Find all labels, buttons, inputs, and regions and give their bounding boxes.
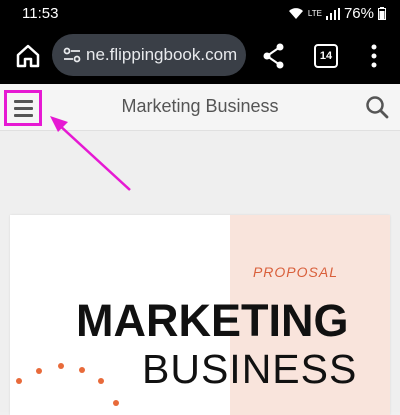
flipbook-viewer[interactable]: PROPOSAL MARKETING BUSINESS: [0, 131, 400, 415]
search-icon[interactable]: [364, 94, 390, 120]
status-time: 11:53: [22, 5, 59, 22]
url-text: ne.flippingbook.com: [86, 45, 238, 64]
address-bar[interactable]: ne.flippingbook.com: [52, 34, 246, 76]
decorative-dot: [16, 378, 22, 384]
share-icon[interactable]: [262, 42, 286, 70]
site-settings-icon[interactable]: [62, 45, 82, 65]
proposal-label: PROPOSAL: [252, 264, 338, 280]
decorative-dot: [58, 363, 64, 369]
decorative-dot: [36, 368, 42, 374]
wifi-icon: [288, 8, 303, 19]
decorative-dot: [113, 400, 119, 406]
status-bar: 11:53 LTE 76%: [0, 0, 400, 28]
signal-icon: [325, 7, 340, 20]
document-heading-line1: MARKETING: [76, 295, 349, 346]
document-page[interactable]: PROPOSAL MARKETING BUSINESS: [10, 215, 390, 415]
battery-percent: 76%: [343, 5, 374, 22]
browser-toolbar: ne.flippingbook.com 14: [0, 28, 400, 84]
more-options-icon[interactable]: [370, 43, 378, 69]
page-title: Marketing Business: [121, 96, 279, 116]
tab-switcher-button[interactable]: 14: [314, 44, 338, 68]
battery-icon: [378, 7, 386, 20]
network-label: LTE: [307, 8, 322, 18]
decorative-dot: [79, 367, 85, 373]
document-heading-line2: BUSINESS: [142, 346, 358, 392]
home-icon[interactable]: [14, 42, 42, 70]
decorative-dot: [98, 378, 104, 384]
status-icons: LTE 76%: [288, 5, 386, 22]
site-header: Marketing Business: [0, 84, 400, 131]
